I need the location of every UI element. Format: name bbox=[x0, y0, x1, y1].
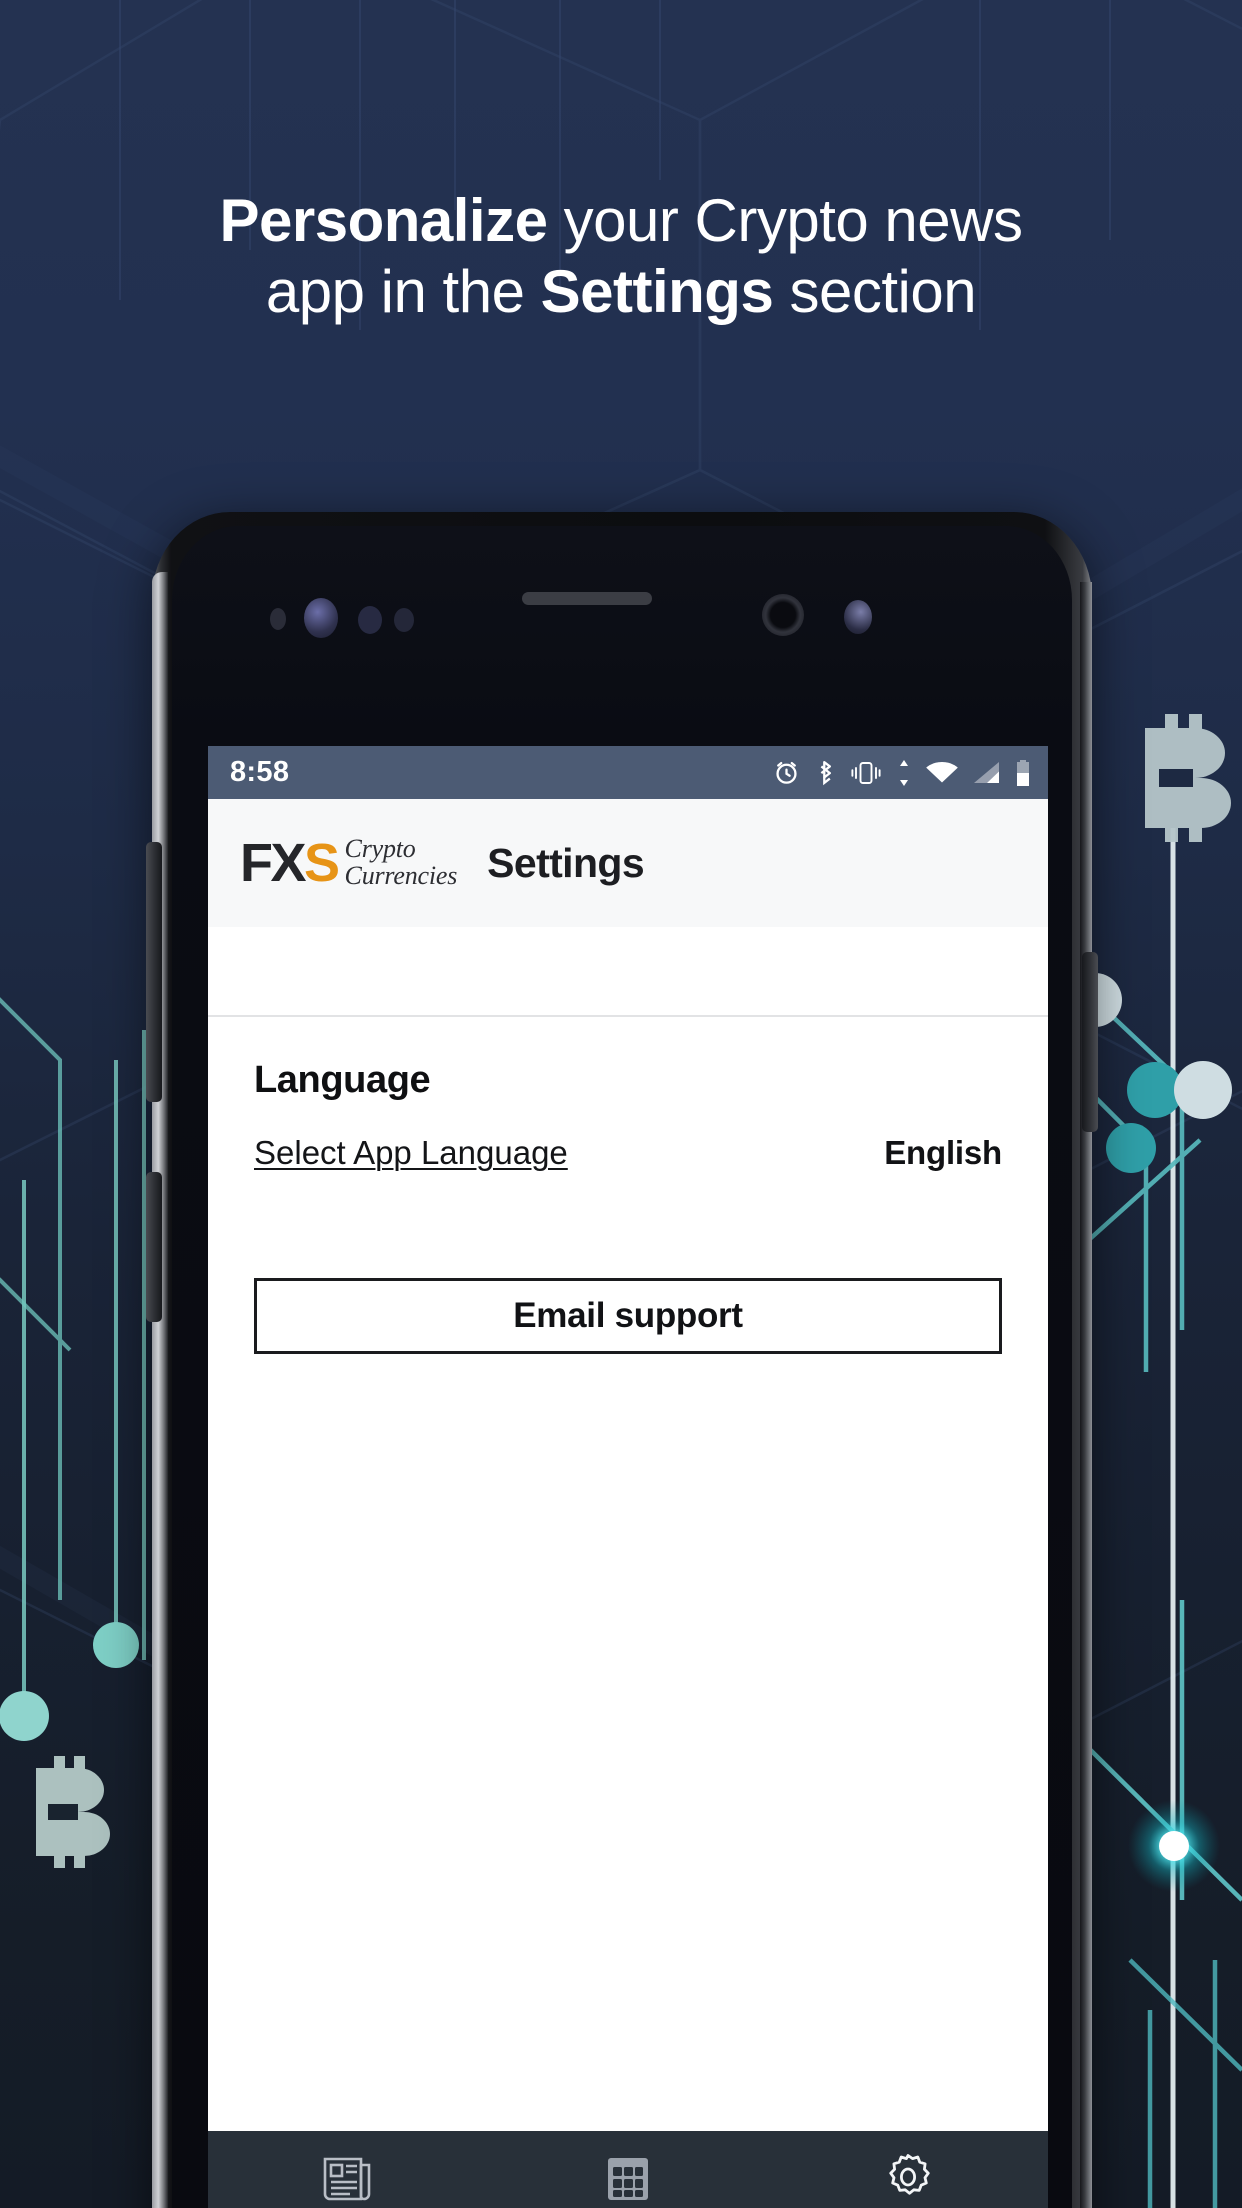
logo-subtitle-line2: Currencies bbox=[344, 861, 458, 890]
headline-bold-2: Settings bbox=[540, 257, 774, 325]
vibrate-icon bbox=[851, 761, 881, 784]
app-bar: FXS Crypto Currencies Settings bbox=[208, 799, 1048, 927]
frame-right-edge bbox=[1080, 582, 1092, 2208]
nav-tab-rates[interactable]: Rates bbox=[488, 2131, 768, 2208]
app-bar-spacer bbox=[208, 927, 1048, 1015]
status-bar-icons bbox=[772, 758, 1032, 787]
light-sensor-icon bbox=[358, 606, 382, 634]
phone-mockup: 8:58 FXS Crypto Currencies Settings Lang… bbox=[146, 512, 1098, 2208]
newspaper-icon bbox=[323, 2157, 371, 2201]
proximity-sensor-icon bbox=[270, 608, 286, 630]
nav-tab-news[interactable]: News bbox=[208, 2131, 488, 2208]
frame-left-edge bbox=[152, 572, 168, 2208]
gear-icon bbox=[889, 2154, 930, 2195]
phone-screen: 8:58 FXS Crypto Currencies Settings Lang… bbox=[208, 746, 1048, 2208]
status-bar: 8:58 bbox=[208, 746, 1048, 799]
cellular-signal-icon bbox=[974, 761, 999, 783]
settings-content: Language Select App Language English Ema… bbox=[208, 1017, 1048, 1354]
phone-button-bixby bbox=[146, 1172, 162, 1322]
iris-sensor-icon bbox=[304, 598, 338, 638]
section-title-language: Language bbox=[254, 1059, 431, 1101]
bluetooth-icon bbox=[820, 760, 831, 786]
logo-fx-text: FX bbox=[240, 833, 307, 893]
led-indicator-icon bbox=[394, 608, 414, 632]
email-support-button[interactable]: Email support bbox=[254, 1278, 1002, 1354]
headline-bold-1: Personalize bbox=[219, 187, 548, 254]
logo-subtitle: Crypto Currencies bbox=[344, 834, 458, 890]
front-camera-icon bbox=[762, 594, 804, 636]
phone-sensor-row bbox=[172, 526, 1072, 706]
headline-pre-2: app in the bbox=[265, 257, 541, 325]
battery-icon bbox=[1017, 759, 1029, 786]
logo-subtitle-line1: Crypto bbox=[344, 834, 416, 864]
earpiece-speaker bbox=[522, 592, 652, 605]
select-app-language-link[interactable]: Select App Language bbox=[254, 1134, 568, 1172]
nav-tab-settings[interactable]: Settings bbox=[768, 2131, 1048, 2208]
secondary-sensor-icon bbox=[844, 600, 872, 634]
status-bar-clock: 8:58 bbox=[230, 756, 290, 788]
wifi-icon bbox=[926, 761, 958, 782]
headline-rest-1: your Crypto news bbox=[547, 187, 1023, 254]
phone-button-power bbox=[1082, 952, 1098, 1132]
alarm-icon bbox=[776, 761, 797, 784]
phone-button-volume-up bbox=[146, 842, 162, 1102]
bottom-navigation: News Rate bbox=[208, 2131, 1048, 2208]
page-title: Settings bbox=[487, 839, 645, 886]
data-transfer-icon bbox=[900, 759, 908, 786]
promo-headline: Personalize your Crypto news app in the … bbox=[0, 186, 1242, 328]
preference-row-language[interactable]: Select App Language English bbox=[254, 1134, 1002, 1176]
selected-language-value: English bbox=[884, 1134, 1002, 1171]
headline-post-2: section bbox=[773, 257, 977, 325]
grid-icon bbox=[608, 2158, 648, 2200]
fxs-logo: FXS Crypto Currencies bbox=[240, 833, 458, 893]
logo-wordmark: FXS bbox=[240, 833, 340, 893]
logo-s-text: S bbox=[304, 833, 340, 893]
